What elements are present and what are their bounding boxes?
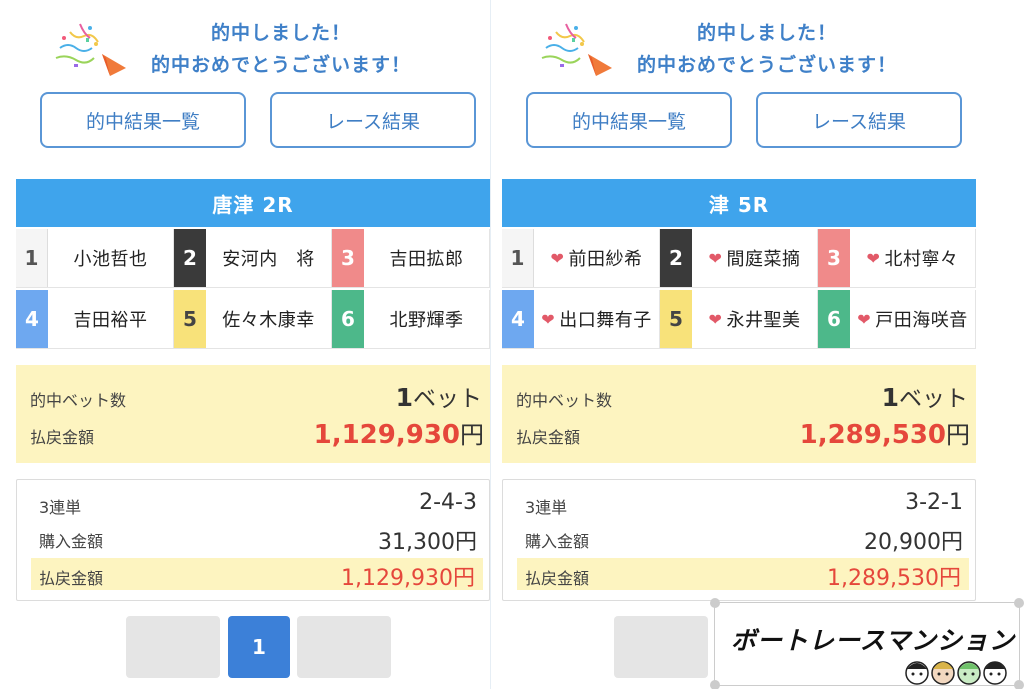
hit-bets-label: 的中ベット数	[516, 391, 613, 410]
racer-cell: 2 安河内 将	[174, 229, 332, 288]
hit-results-list-button[interactable]: 的中結果一覧	[526, 92, 732, 148]
racer-cell: 1 ❤ 前田紗希	[502, 229, 660, 288]
racer-name: ❤ 永井聖美	[708, 309, 801, 332]
racer-name: ❤ 北村寧々	[866, 248, 959, 271]
race-title: 唐津 2R	[16, 179, 490, 227]
party-popper-icon	[55, 23, 126, 76]
refund-row: 払戻金額 1,289,530円	[517, 558, 969, 591]
racer-name: 吉田裕平	[73, 310, 148, 331]
bet-combination: 3-2-1	[905, 490, 963, 515]
boat-number: 2	[660, 229, 692, 287]
party-popper-icon	[541, 23, 612, 76]
racer-cell: 6 北野輝季	[332, 290, 490, 349]
hit-summary: 的中ベット数 払戻金額 1ベット 1,129,930円	[16, 365, 490, 463]
heart-icon: ❤	[541, 309, 556, 329]
pager-next-button[interactable]	[297, 616, 391, 678]
race-title: 津 5R	[502, 179, 976, 227]
racer-cell: 2 ❤ 間庭菜摘	[660, 229, 818, 288]
racer-grid: 1 小池哲也 2 安河内 将 3 吉田拡郎 4 吉田裕平 5 佐々木康幸 6 北野輝季	[16, 229, 490, 349]
payout-value: 1,289,530円	[799, 420, 970, 450]
pager-prev-button[interactable]	[126, 616, 220, 678]
racer-name: ❤ 間庭菜摘	[708, 248, 801, 271]
result-panel-left: 的中しました！ 的中おめでとうございます！ 的中結果一覧 レース結果 唐津 2R…	[16, 0, 490, 689]
hit-results-list-button[interactable]: 的中結果一覧	[40, 92, 246, 148]
mascot-faces-icon	[905, 661, 1007, 685]
refund-amount: 1,129,930円	[341, 566, 475, 591]
boat-number: 3	[818, 229, 850, 287]
racer-name: 吉田拡郎	[389, 249, 464, 270]
racer-name: 北野輝季	[389, 310, 464, 331]
corner-dot	[710, 680, 720, 689]
purchase-label: 購入金額	[525, 532, 590, 551]
racer-name: 佐々木康幸	[222, 310, 315, 331]
congrats-banner: 的中しました！ 的中おめでとうございます！	[16, 12, 490, 82]
heart-icon: ❤	[866, 248, 881, 268]
congrats-title: 的中しました！	[210, 22, 351, 44]
watermark-logo: ボートレースマンション	[710, 598, 1024, 689]
refund-label: 払戻金額	[39, 569, 104, 588]
racer-name: ❤ 出口舞有子	[541, 309, 652, 332]
race-results-button[interactable]: レース結果	[270, 92, 476, 148]
heart-icon: ❤	[550, 248, 565, 268]
racer-cell: 1 小池哲也	[16, 229, 174, 288]
refund-amount: 1,289,530円	[827, 566, 961, 591]
bet-detail-card: 3連単 3-2-1 購入金額 20,900円 払戻金額 1,289,530円	[502, 479, 976, 601]
hit-summary: 的中ベット数 払戻金額 1ベット 1,289,530円	[502, 365, 976, 463]
corner-dot	[1014, 598, 1024, 608]
heart-icon: ❤	[857, 309, 872, 329]
bet-type-label: 3連単	[39, 498, 82, 517]
congrats-subtitle: 的中おめでとうございます！	[150, 54, 411, 76]
boat-number: 6	[818, 290, 850, 348]
boat-number: 6	[332, 290, 364, 348]
pager-current-page[interactable]: 1	[228, 616, 290, 678]
payout-value: 1,129,930円	[313, 420, 484, 450]
purchase-amount: 20,900円	[864, 530, 963, 555]
hit-bets-value: 1ベット	[881, 383, 968, 412]
racer-grid: 1 ❤ 前田紗希 2 ❤ 間庭菜摘 3 ❤ 北村寧々 4 ❤ 出口舞有子 5 ❤ 永井聖美 6 ❤ 戸田…	[502, 229, 976, 349]
bet-detail-card: 3連単 2-4-3 購入金額 31,300円 払戻金額 1,129,930円	[16, 479, 490, 601]
racer-cell: 6 ❤ 戸田海咲音	[818, 290, 976, 349]
boat-number: 5	[660, 290, 692, 348]
bet-combination: 2-4-3	[419, 490, 477, 515]
boat-number: 2	[174, 229, 206, 287]
racer-cell: 5 ❤ 永井聖美	[660, 290, 818, 349]
payout-label: 払戻金額	[30, 428, 95, 447]
boat-number: 4	[502, 290, 534, 348]
refund-row: 払戻金額 1,129,930円	[31, 558, 483, 591]
racer-name: 小池哲也	[73, 249, 148, 270]
racer-name: ❤ 戸田海咲音	[857, 309, 968, 332]
boat-number: 3	[332, 229, 364, 287]
corner-dot	[710, 598, 720, 608]
result-panel-right: 的中しました！ 的中おめでとうございます！ 的中結果一覧 レース結果 津 5R …	[502, 0, 976, 689]
racer-cell: 3 吉田拡郎	[332, 229, 490, 288]
payout-label: 払戻金額	[516, 428, 581, 447]
boat-number: 1	[502, 229, 534, 287]
congrats-title: 的中しました！	[696, 22, 837, 44]
bet-type-label: 3連単	[525, 498, 568, 517]
racer-cell: 4 吉田裕平	[16, 290, 174, 349]
boat-number: 5	[174, 290, 206, 348]
watermark-text: ボートレースマンション	[731, 626, 1016, 655]
corner-dot	[1014, 680, 1024, 689]
congrats-banner: 的中しました！ 的中おめでとうございます！	[502, 12, 976, 82]
racer-cell: 3 ❤ 北村寧々	[818, 229, 976, 288]
purchase-label: 購入金額	[39, 532, 104, 551]
hit-bets-value: 1ベット	[395, 383, 482, 412]
purchase-amount: 31,300円	[378, 530, 477, 555]
hit-bets-label: 的中ベット数	[30, 391, 127, 410]
racer-name: ❤ 前田紗希	[550, 248, 643, 271]
race-results-button[interactable]: レース結果	[756, 92, 962, 148]
refund-label: 払戻金額	[525, 569, 590, 588]
boat-number: 1	[16, 229, 48, 287]
pager-prev-button[interactable]	[614, 616, 708, 678]
heart-icon: ❤	[708, 309, 723, 329]
congrats-subtitle: 的中おめでとうございます！	[636, 54, 897, 76]
racer-cell: 5 佐々木康幸	[174, 290, 332, 349]
boat-number: 4	[16, 290, 48, 348]
racer-name: 安河内 将	[222, 249, 315, 270]
racer-cell: 4 ❤ 出口舞有子	[502, 290, 660, 349]
heart-icon: ❤	[708, 248, 723, 268]
